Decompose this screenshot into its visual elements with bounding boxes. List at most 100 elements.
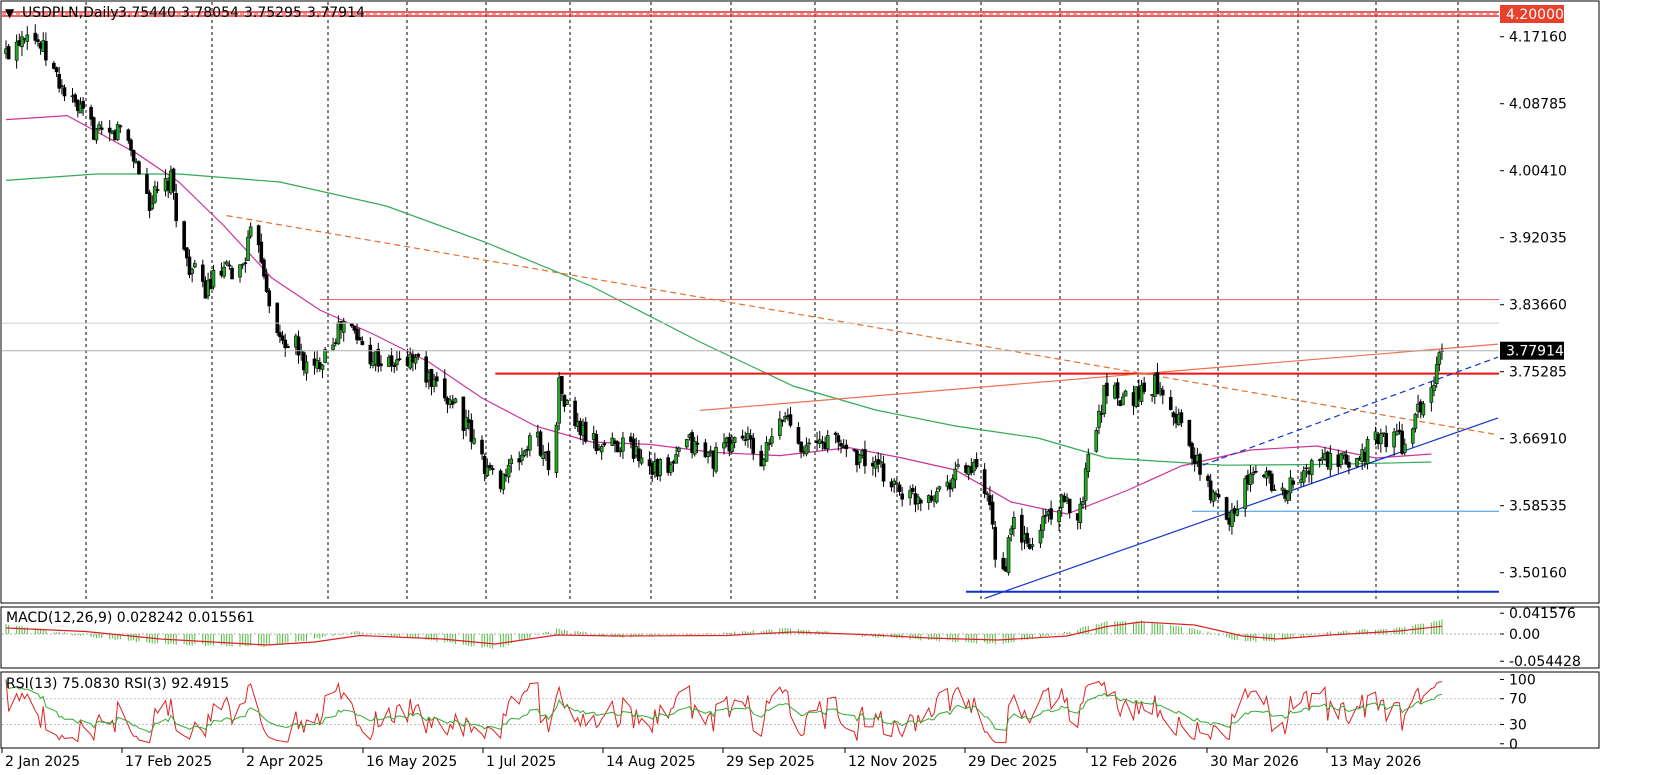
candle-body — [323, 349, 327, 363]
candle-body — [243, 262, 248, 264]
candle-body — [1285, 493, 1290, 501]
candle-body — [594, 434, 599, 451]
candle-body — [238, 264, 242, 278]
chart-root: 4.17160 4.08785 4.00410 3.92035 3.83660 3.752… — [0, 0, 1667, 771]
rsi-pane[interactable] — [0, 671, 1600, 749]
candle-body — [911, 487, 915, 492]
candle-body — [833, 432, 838, 435]
candle-body — [1254, 470, 1258, 473]
candle-body — [1291, 480, 1295, 485]
candle-body — [722, 442, 726, 449]
candle-body — [1105, 382, 1109, 397]
candle-body — [1410, 428, 1415, 444]
candle-body — [639, 457, 644, 464]
candle-body — [129, 139, 133, 151]
date-tick-label: 12 Nov 2025 — [848, 754, 938, 770]
candle-body — [982, 469, 987, 494]
candle-body — [264, 274, 269, 292]
candle-body — [676, 447, 681, 452]
candle-body — [392, 364, 397, 368]
candle-body — [230, 267, 234, 280]
candle-body — [706, 452, 710, 457]
candle-body — [1083, 468, 1088, 501]
candle-body — [320, 364, 325, 370]
date-tick-label: 17 Feb 2025 — [125, 754, 212, 770]
candle-body — [1434, 364, 1439, 384]
candle-body — [796, 427, 801, 444]
candle-body — [1187, 419, 1192, 446]
candle-body — [99, 127, 104, 130]
candle-body — [1270, 473, 1274, 491]
candle-body — [554, 424, 559, 473]
candle-body — [751, 437, 756, 454]
candle-body — [240, 263, 245, 266]
candle-body — [1081, 501, 1085, 505]
rsi-tick-label: 70 — [1509, 692, 1527, 708]
date-tick-label: 16 May 2025 — [366, 754, 457, 770]
candle-body — [1216, 494, 1221, 498]
candle-body — [200, 264, 205, 282]
candle-body — [480, 439, 484, 455]
price-tick-label: 3.92035 — [1509, 231, 1567, 247]
rsi-tick-label: 100 — [1509, 672, 1536, 688]
candle-body — [615, 441, 620, 453]
price-tick-label: 4.08785 — [1509, 97, 1567, 113]
candle-body — [54, 67, 59, 73]
candle-body — [974, 458, 979, 468]
candle-body — [528, 435, 532, 451]
candle-body — [743, 439, 748, 441]
candle-body — [193, 263, 197, 268]
price-tick-label: 3.66910 — [1509, 432, 1567, 448]
candle-body — [1301, 470, 1306, 483]
candle-body — [879, 461, 883, 464]
candle-body — [825, 435, 830, 450]
candle-body — [1025, 532, 1029, 544]
candle-body — [937, 486, 942, 490]
candle-body — [918, 499, 923, 504]
candle-body — [993, 526, 998, 560]
candle-body — [1272, 489, 1277, 491]
rsi-tick-label: 30 — [1509, 717, 1527, 733]
date-tick-label: 12 Feb 2026 — [1090, 754, 1177, 770]
candle-body — [695, 442, 700, 445]
candle-body — [509, 458, 514, 465]
main-pane[interactable] — [0, 0, 1600, 604]
candle-body — [286, 346, 290, 349]
date-tick-label: 13 May 2026 — [1330, 754, 1421, 770]
candle-body — [1347, 462, 1351, 468]
candle-body — [224, 261, 229, 265]
candle-body — [1365, 439, 1370, 464]
candle-body — [280, 335, 285, 341]
price-tick-label: 3.75285 — [1509, 365, 1567, 381]
candle-body — [1078, 503, 1083, 524]
candle-body — [357, 337, 362, 341]
candle-body — [1030, 544, 1035, 547]
chart-symbol: USDPLN,Daily — [22, 5, 119, 21]
candle-body — [1179, 412, 1184, 424]
candle-body — [434, 376, 439, 382]
date-tick-label: 2 Jan 2025 — [5, 754, 80, 770]
price-tick-label: 3.50160 — [1509, 566, 1567, 582]
candle-body — [621, 437, 625, 452]
candle-body — [900, 493, 904, 500]
price-tick-label: 4.17160 — [1509, 30, 1567, 46]
candle-body — [94, 128, 99, 141]
candle-body — [1328, 453, 1333, 470]
candle-body — [1379, 433, 1383, 445]
macd-tick-label: 0.00 — [1509, 627, 1540, 643]
candle-body — [155, 189, 160, 191]
chart-dropdown-icon[interactable]: ▼ — [5, 6, 15, 20]
price-tick-label: 4.00410 — [1509, 164, 1567, 180]
candle-body — [331, 344, 335, 350]
candle-body — [20, 36, 24, 48]
candle-body — [1224, 497, 1229, 520]
candle-body — [1413, 413, 1418, 429]
candle-body — [171, 168, 176, 192]
candle-body — [1355, 457, 1359, 467]
ohlc-high: 3.78054 — [181, 5, 239, 21]
candle-body — [764, 442, 769, 462]
candle-body — [25, 34, 30, 42]
candle-body — [740, 435, 745, 439]
candle-body — [714, 447, 718, 472]
candle-body — [895, 482, 899, 485]
